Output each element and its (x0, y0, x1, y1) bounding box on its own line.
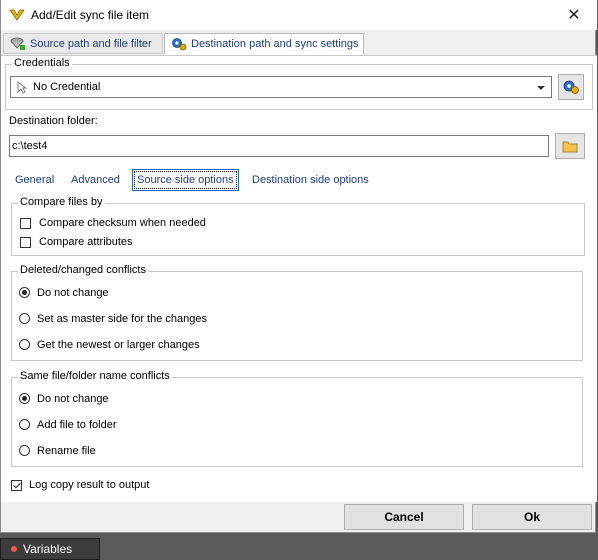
log-output-label: Log copy result to output (29, 479, 150, 491)
credential-dropdown[interactable]: No Credential (10, 76, 552, 98)
tab-label: Source path and file filter (30, 37, 152, 50)
tab-destination-path[interactable]: Destination path and sync settings (164, 33, 364, 55)
variables-taskbar-button[interactable]: Variables (0, 538, 100, 560)
dialog-window: Add/Edit sync file item ✕ Source path an… (0, 0, 597, 533)
attributes-checkbox[interactable] (20, 237, 31, 248)
master-side-label: Set as master side for the changes (37, 313, 207, 325)
gear-icon (563, 80, 579, 94)
gear-icon (172, 38, 187, 51)
checksum-label: Compare checksum when needed (39, 217, 206, 229)
title-bar: Add/Edit sync file item ✕ (1, 0, 597, 30)
destination-folder-input[interactable]: c:\test4 (9, 135, 549, 157)
attributes-label: Compare attributes (39, 236, 133, 248)
deleted-do-not-change-label: Do not change (37, 287, 109, 299)
main-tabstrip: Source path and file filter Destination … (1, 33, 597, 55)
credentials-group: Credentials No Credential (5, 57, 593, 110)
ok-button[interactable]: Ok (472, 504, 592, 530)
subtab-destination-side-options[interactable]: Destination side options (252, 171, 369, 189)
deleted-changed-legend: Deleted/changed conflicts (18, 264, 148, 276)
deleted-changed-group: Deleted/changed conflicts Do not change … (11, 264, 583, 361)
close-button[interactable]: ✕ (551, 0, 597, 30)
browse-folder-button[interactable] (555, 133, 585, 159)
credential-value: No Credential (33, 81, 101, 93)
deleted-do-not-change-radio[interactable] (19, 287, 30, 298)
samename-do-not-change-radio[interactable] (19, 393, 30, 404)
samename-do-not-change-label: Do not change (37, 393, 109, 405)
compare-files-group: Compare files by Compare checksum when n… (11, 196, 585, 256)
destination-folder-label: Destination folder: (9, 115, 98, 127)
tab-label: Destination path and sync settings (191, 38, 359, 50)
filter-icon (10, 37, 25, 50)
checksum-checkbox[interactable] (20, 218, 31, 229)
log-output-checkbox[interactable] (11, 480, 22, 491)
credential-settings-button[interactable] (558, 74, 584, 100)
newest-larger-label: Get the newest or larger changes (37, 339, 200, 351)
subtab-advanced[interactable]: Advanced (71, 171, 120, 189)
rename-file-label: Rename file (37, 445, 96, 457)
rename-file-radio[interactable] (19, 445, 30, 456)
compare-files-legend: Compare files by (18, 196, 105, 208)
close-icon: ✕ (567, 7, 581, 24)
same-name-group: Same file/folder name conflicts Do not c… (11, 370, 583, 467)
cancel-button[interactable]: Cancel (344, 504, 464, 530)
destination-folder-value: c:\test4 (12, 140, 48, 152)
status-dot-icon (11, 546, 17, 552)
subtab-general[interactable]: General (15, 171, 54, 189)
chevron-down-icon (537, 86, 545, 90)
tab-panel: Credentials No Credential Destination fo… (1, 55, 597, 502)
add-file-to-folder-label: Add file to folder (37, 419, 117, 431)
window-title: Add/Edit sync file item (31, 8, 150, 22)
credentials-legend: Credentials (12, 57, 72, 69)
same-name-legend: Same file/folder name conflicts (18, 370, 172, 382)
variables-label: Variables (23, 542, 73, 556)
add-file-to-folder-radio[interactable] (19, 419, 30, 430)
app-logo-icon (9, 9, 25, 21)
tab-source-path[interactable]: Source path and file filter (3, 33, 163, 54)
master-side-radio[interactable] (19, 313, 30, 324)
subtab-source-side-options[interactable]: Source side options (132, 169, 239, 191)
folder-icon (562, 141, 578, 152)
newest-larger-radio[interactable] (19, 339, 30, 350)
cursor-icon (17, 81, 28, 94)
